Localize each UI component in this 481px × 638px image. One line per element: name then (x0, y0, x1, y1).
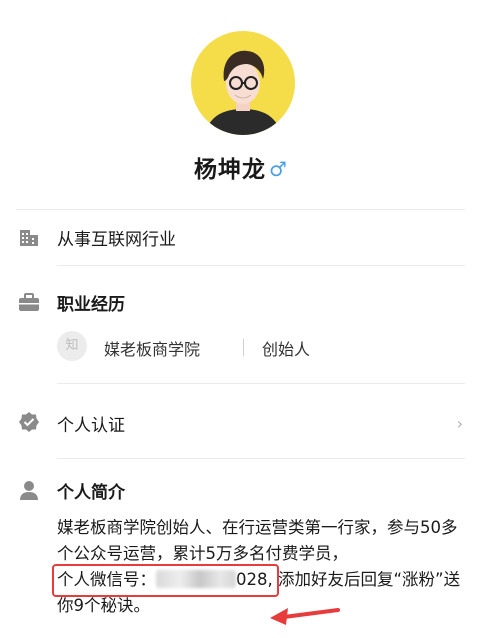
bio-text: 媒老板商学院创始人、在行运营类第一行家，参与50多个公众号运营，累计5万多名付费… (52, 515, 469, 619)
arrow-left-icon (270, 608, 340, 625)
divider (57, 265, 465, 266)
company-name: 媒老板商学院 (104, 340, 201, 359)
divider (57, 383, 465, 384)
verified-badge-icon (19, 412, 39, 432)
profile-name-row: 杨坤龙 ♂ (0, 150, 481, 183)
wechat-id-highlight: 个人微信号： 028, (52, 564, 279, 597)
chevron-right-icon: › (456, 414, 463, 433)
industry-label: 从事互联网行业 (57, 230, 176, 250)
person-icon (20, 481, 38, 500)
divider (16, 209, 465, 210)
avatar-illustration (205, 50, 281, 135)
avatar[interactable] (191, 31, 295, 135)
bio-heading: 个人简介 (57, 483, 125, 503)
building-icon (20, 230, 38, 246)
company-logo: 知 (57, 331, 87, 361)
briefcase-icon (19, 293, 39, 311)
profile-name: 杨坤龙 (194, 157, 267, 183)
blurred-wechat-id (156, 570, 236, 588)
separator (243, 339, 244, 356)
verification-label: 个人认证 (57, 416, 125, 436)
gender-male-icon: ♂ (269, 157, 287, 181)
bio-text-intro: 媒老板商学院创始人、在行运营类第一行家，参与50多个公众号运营，累计5万多名付费… (57, 518, 458, 563)
experience-heading: 职业经历 (57, 295, 125, 315)
company-role: 创始人 (262, 340, 311, 359)
divider (57, 458, 465, 459)
